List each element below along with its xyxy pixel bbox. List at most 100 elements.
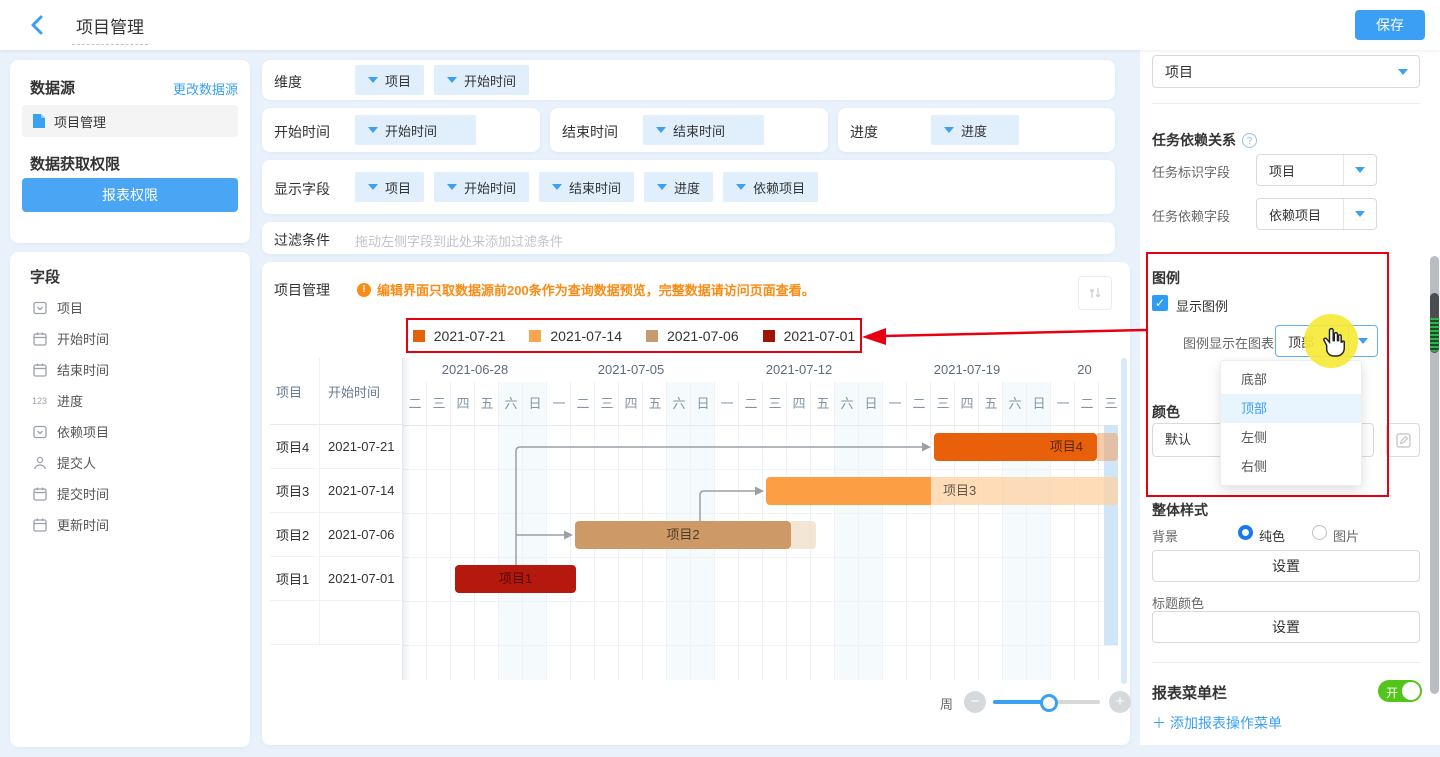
starttime-card: 开始时间 开始时间 bbox=[262, 108, 540, 152]
dimension-card: 维度 项目 开始时间 bbox=[262, 60, 1115, 100]
chip-label: 项目 bbox=[385, 178, 411, 197]
chip-label: 依赖项目 bbox=[753, 178, 805, 197]
field-item-updatetime[interactable]: 更新时间 bbox=[10, 509, 250, 540]
table-row-empty bbox=[270, 601, 402, 645]
menu-bar-toggle[interactable]: 开 bbox=[1378, 680, 1422, 702]
filter-dropzone[interactable]: 拖动左侧字段到此处来添加过滤条件 bbox=[355, 231, 563, 250]
display-fields-card: 显示字段 项目 开始时间 结束时间 进度 依赖项目 bbox=[262, 160, 1115, 214]
chip-starttime[interactable]: 开始时间 bbox=[355, 115, 476, 145]
field-item-submitter[interactable]: 提交人 bbox=[10, 447, 250, 478]
gantt-bar-project4[interactable]: 项目4 bbox=[934, 433, 1097, 461]
style-section-title: 整体样式 bbox=[1152, 500, 1208, 520]
chip-progress[interactable]: 进度 bbox=[931, 115, 1019, 145]
task-dep-select[interactable]: 依赖项目 bbox=[1256, 198, 1377, 230]
legend-swatch bbox=[529, 330, 541, 342]
table-row[interactable]: 项目1 2021-07-01 bbox=[270, 557, 402, 601]
color-section-title: 颜色 bbox=[1152, 402, 1180, 422]
chip-starttime[interactable]: 开始时间 bbox=[434, 172, 529, 202]
sort-button[interactable] bbox=[1078, 276, 1112, 310]
warning-text: 编辑界面只取数据源前200条作为查询数据预览，完整数据请访问页面查看。 bbox=[377, 280, 815, 299]
add-menu-link[interactable]: ＋ 添加报表操作菜单 bbox=[1152, 713, 1282, 733]
datasource-item[interactable]: 项目管理 bbox=[22, 105, 238, 137]
dimension-label: 维度 bbox=[274, 72, 302, 92]
chip-project[interactable]: 项目 bbox=[355, 172, 424, 202]
chip-progress[interactable]: 进度 bbox=[644, 172, 713, 202]
gantt-chart-area[interactable]: 2021-06-282021-07-052021-07-122021-07-19… bbox=[403, 358, 1118, 680]
pencil-icon bbox=[1396, 433, 1411, 448]
cell-date: 2021-07-01 bbox=[320, 557, 402, 600]
field-item-submittime[interactable]: 提交时间 bbox=[10, 478, 250, 509]
zoom-out-button[interactable]: − bbox=[964, 691, 986, 713]
datasource-item-label: 项目管理 bbox=[54, 112, 106, 131]
dropdown-option-left[interactable]: 左侧 bbox=[1221, 423, 1361, 452]
field-item-progress[interactable]: 123 进度 bbox=[10, 385, 250, 416]
table-row[interactable]: 项目3 2021-07-14 bbox=[270, 469, 402, 513]
field-item-project[interactable]: 项目 bbox=[10, 292, 250, 323]
table-row[interactable]: 项目2 2021-07-06 bbox=[270, 513, 402, 557]
cell-project: 项目4 bbox=[270, 425, 320, 468]
radio-solid-color[interactable] bbox=[1238, 525, 1253, 540]
divider bbox=[1152, 662, 1420, 663]
field-item-starttime[interactable]: 开始时间 bbox=[10, 323, 250, 354]
chevron-down-icon bbox=[1387, 56, 1419, 87]
field-label: 进度 bbox=[57, 391, 83, 410]
field-label: 依赖项目 bbox=[57, 422, 109, 441]
legend-item[interactable]: 2021-07-01 bbox=[763, 328, 856, 344]
filter-card: 过滤条件 拖动左侧字段到此处来添加过滤条件 bbox=[262, 222, 1115, 254]
calendar-icon bbox=[32, 331, 48, 347]
chip-starttime[interactable]: 开始时间 bbox=[434, 65, 529, 95]
cell-project: 项目1 bbox=[270, 557, 320, 600]
dimension-chips: 项目 开始时间 bbox=[355, 65, 529, 95]
task-id-select[interactable]: 项目 bbox=[1256, 154, 1377, 186]
zoom-unit-label: 周 bbox=[940, 694, 953, 713]
select-icon bbox=[32, 424, 48, 440]
report-permission-button[interactable]: 报表权限 bbox=[22, 178, 238, 212]
chevron-down-icon bbox=[1343, 155, 1376, 185]
chip-dependency[interactable]: 依赖项目 bbox=[723, 172, 818, 202]
help-icon[interactable]: ? bbox=[1242, 133, 1257, 148]
chart-scrollbar[interactable] bbox=[1121, 358, 1127, 684]
radio-image[interactable] bbox=[1312, 525, 1327, 540]
dropdown-option-right[interactable]: 右侧 bbox=[1221, 452, 1361, 481]
select-value: 项目 bbox=[1257, 161, 1343, 180]
zoom-in-button[interactable]: + bbox=[1109, 691, 1131, 713]
dropdown-option-bottom[interactable]: 底部 bbox=[1221, 365, 1361, 394]
field-item-dependency[interactable]: 依赖项目 bbox=[10, 416, 250, 447]
background-set-button[interactable]: 设置 bbox=[1152, 550, 1420, 582]
legend-item[interactable]: 2021-07-06 bbox=[646, 328, 739, 344]
column-header-project: 项目 bbox=[270, 358, 320, 424]
sort-icon bbox=[1087, 285, 1103, 301]
chevron-down-icon bbox=[656, 127, 666, 133]
legend-item[interactable]: 2021-07-21 bbox=[413, 328, 506, 344]
legend-position-label: 图例显示在图表 bbox=[1183, 333, 1274, 352]
table-row[interactable]: 项目4 2021-07-21 bbox=[270, 425, 402, 469]
chip-label: 开始时间 bbox=[385, 121, 437, 140]
show-legend-checkbox[interactable]: ✓ bbox=[1152, 295, 1168, 311]
save-button[interactable]: 保存 bbox=[1355, 10, 1425, 40]
dropdown-option-top[interactable]: 顶部 bbox=[1221, 394, 1361, 423]
starttime-label: 开始时间 bbox=[274, 122, 330, 142]
field-item-endtime[interactable]: 结束时间 bbox=[10, 354, 250, 385]
gantt-bar-project2[interactable]: 项目2 bbox=[575, 521, 791, 549]
filter-label: 过滤条件 bbox=[274, 230, 330, 250]
title-color-label: 标题颜色 bbox=[1152, 593, 1204, 612]
title-color-set-button[interactable]: 设置 bbox=[1152, 611, 1420, 643]
gantt-bar-project1[interactable]: 项目1 bbox=[455, 565, 576, 593]
back-icon[interactable] bbox=[27, 14, 49, 36]
chip-endtime[interactable]: 结束时间 bbox=[643, 115, 764, 145]
chip-label: 结束时间 bbox=[569, 178, 621, 197]
chevron-down-icon bbox=[1343, 199, 1376, 229]
page-title[interactable]: 项目管理 bbox=[72, 13, 148, 45]
chip-endtime[interactable]: 结束时间 bbox=[539, 172, 634, 202]
table-header-row: 项目 开始时间 bbox=[270, 358, 402, 425]
chip-project[interactable]: 项目 bbox=[355, 65, 424, 95]
dependency-connectors bbox=[403, 358, 1118, 680]
zoom-slider-handle[interactable] bbox=[1040, 694, 1058, 712]
chart-field-select[interactable]: 项目 bbox=[1152, 55, 1420, 88]
legend-item[interactable]: 2021-07-14 bbox=[529, 328, 622, 344]
edit-color-button[interactable] bbox=[1386, 423, 1420, 457]
show-legend-label: 显示图例 bbox=[1176, 296, 1228, 315]
preview-title: 项目管理 bbox=[274, 280, 330, 300]
gantt-bar-project3[interactable] bbox=[766, 477, 931, 505]
change-datasource-link[interactable]: 更改数据源 bbox=[173, 79, 238, 98]
